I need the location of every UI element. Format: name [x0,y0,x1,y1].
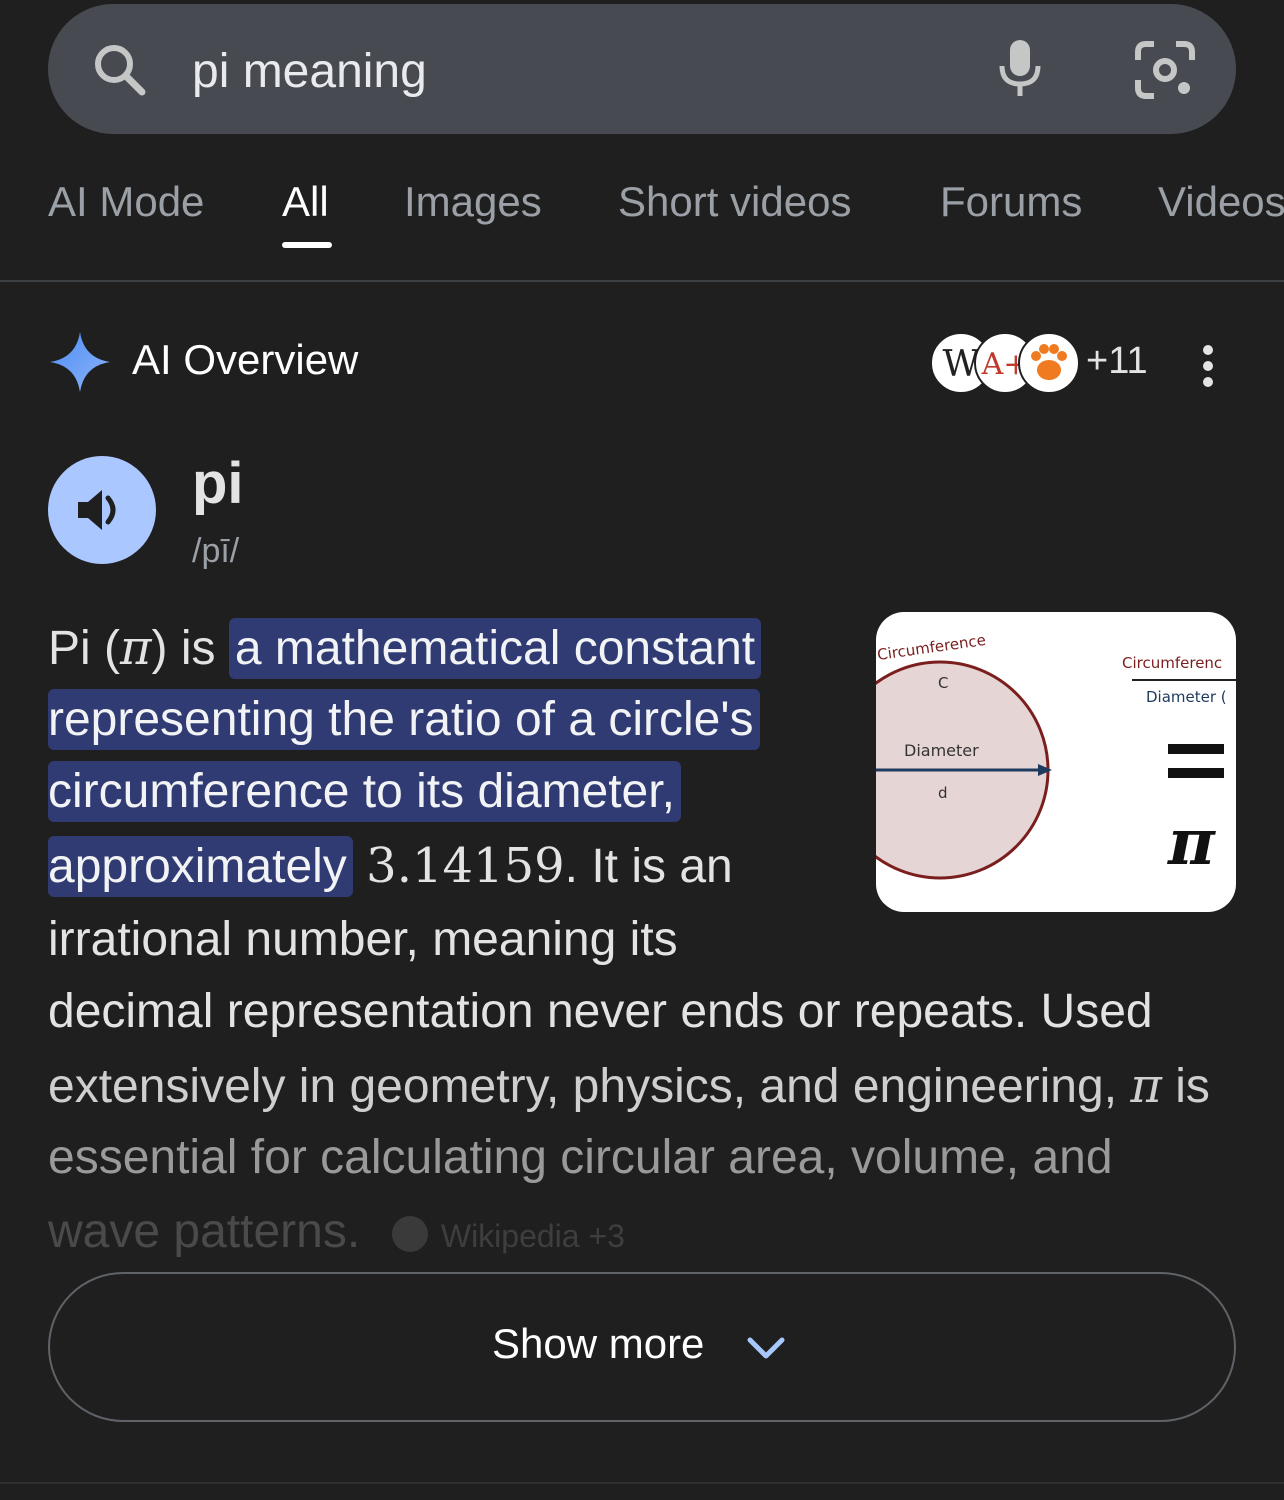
paw-icon [1018,332,1080,394]
citation-link[interactable]: Wikipedia +3 [441,1218,625,1254]
source-avatars[interactable]: W A+ [930,332,1080,394]
bottom-divider [0,1482,1284,1484]
dictionary-word: pi [192,451,244,516]
highlighted-text[interactable]: circumference to its diameter, [48,761,681,822]
pi-value: 3.14159 [366,838,565,894]
diameter-label: Diameter [904,741,979,760]
microphone-icon[interactable] [996,38,1044,100]
overview-line-2: representing the ratio of a circle's [48,689,760,750]
pi-diagram-image[interactable]: Circumference C Diameter d Circumferenc … [876,612,1236,912]
text: extensively in geometry, physics, and en… [48,1060,1131,1113]
search-icon[interactable] [90,40,150,100]
text: is [1161,1060,1210,1113]
fraction-numerator: Circumferenc [1122,654,1222,672]
tab-all[interactable]: All [282,178,329,226]
tab-forums[interactable]: Forums [940,178,1082,226]
speaker-icon [78,490,116,530]
pronunciation-play-button[interactable] [48,456,156,564]
overview-line-5: irrational number, meaning its [48,910,678,970]
tab-images[interactable]: Images [404,178,542,226]
highlighted-text[interactable]: a mathematical constant [228,618,762,679]
gemini-spark-icon [50,332,110,392]
google-lens-icon[interactable] [1134,40,1196,100]
pi-symbol: π [120,620,152,676]
text: wave patterns. [48,1205,361,1258]
text: irrational number, meaning its [48,913,678,966]
tab-short-videos[interactable]: Short videos [618,178,851,226]
show-more-label: Show more [492,1320,705,1367]
overview-line-9: wave patterns. Wikipedia +3 [48,1202,625,1266]
overview-line-1: Pi (π) is a mathematical constant [48,618,762,679]
ai-overview-title: AI Overview [132,336,359,383]
search-tabs: AI Mode All Images Short videos Forums V… [0,150,1284,282]
text: decimal representation never ends or rep… [48,985,1153,1038]
phonetic-spelling: /pī/ [192,532,240,570]
pi-diagram: Circumference C Diameter d Circumferenc … [876,631,1236,880]
text: . It is an [564,840,733,893]
circumference-arc-label: Circumference [876,631,987,664]
tab-videos[interactable]: Videos [1158,178,1284,226]
sources-count[interactable]: +11 [1086,340,1148,383]
show-more-button[interactable]: Show more [48,1272,1236,1422]
tab-ai-mode[interactable]: AI Mode [48,178,204,226]
text: ) is [151,622,229,675]
highlighted-text[interactable]: approximately [48,836,353,897]
search-input[interactable]: pi meaning [192,42,427,102]
search-bar[interactable]: pi meaning [48,4,1236,134]
overview-line-3: circumference to its diameter, [48,761,681,822]
fraction-denominator: Diameter ( [1146,688,1227,706]
highlighted-text[interactable]: representing the ratio of a circle's [48,689,760,750]
overview-line-7: extensively in geometry, physics, and en… [48,1056,1210,1117]
chevron-down-icon [747,1337,785,1359]
overview-line-4: approximately 3.14159. It is an [48,836,733,897]
overview-line-6: decimal representation never ends or rep… [48,982,1153,1042]
more-options-icon[interactable] [1196,344,1220,388]
pi-symbol: π [1130,1058,1162,1114]
d-label: d [938,784,948,802]
active-tab-indicator [282,242,332,248]
text: essential for calculating circular area,… [48,1131,1113,1184]
c-label: C [938,674,948,692]
wikipedia-citation-icon [391,1216,428,1253]
overview-line-8: essential for calculating circular area,… [48,1128,1113,1188]
pi-glyph: π [1167,805,1216,880]
text: Pi ( [48,622,120,675]
